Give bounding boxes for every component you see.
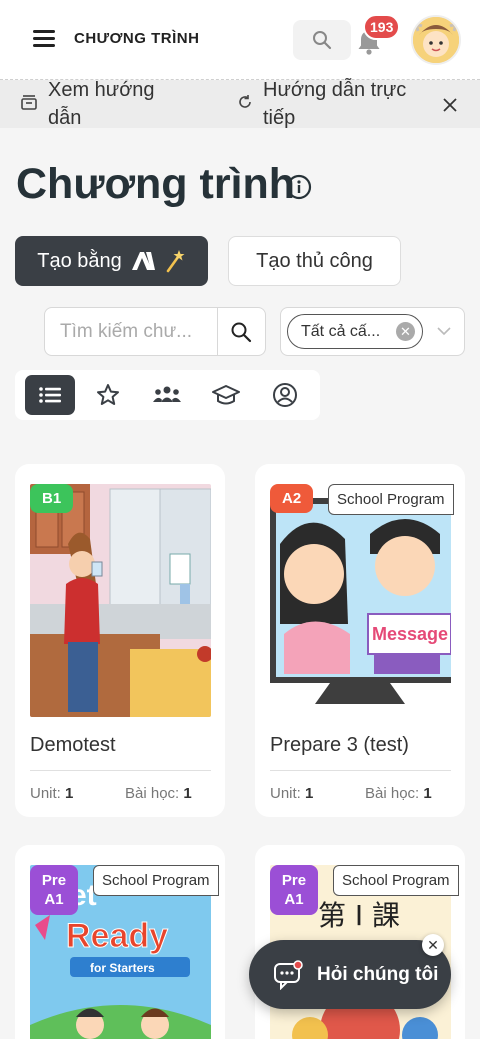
top-bar: CHƯƠNG TRÌNH 193: [0, 0, 480, 80]
program-name: Prepare 3 (test): [270, 734, 409, 756]
tab-mine[interactable]: [260, 375, 310, 415]
ask-us-chat-button[interactable]: Hỏi chúng tôi: [249, 940, 451, 1009]
notification-badge: 193: [363, 14, 401, 40]
program-type-badge: School Program: [328, 484, 454, 515]
view-tabs: [15, 370, 320, 420]
avatar[interactable]: [411, 15, 461, 65]
star-icon: [97, 384, 119, 405]
program-card[interactable]: B1 Demotest Unit: 1 Bài học: 1: [15, 464, 225, 817]
close-icon[interactable]: [441, 96, 459, 114]
view-guide-link[interactable]: Xem hướng dẫn: [20, 76, 210, 132]
level-badge: A2: [270, 484, 314, 513]
svg-text:Message: Message: [372, 624, 448, 644]
program-name: Demotest: [30, 734, 116, 756]
search-divider: [217, 308, 218, 355]
level-badge: Pre A1: [270, 865, 318, 915]
create-ai-label: Tạo bằng: [37, 249, 122, 272]
program-type-badge: School Program: [93, 865, 219, 896]
lesson-count: Bài học: 1: [365, 785, 432, 802]
tab-all[interactable]: [25, 375, 75, 415]
create-manual-button[interactable]: Tạo thủ công: [228, 236, 401, 286]
box-icon: [21, 95, 37, 110]
view-guide-label: Xem hướng dẫn: [48, 79, 155, 129]
unit-count: Unit: 1: [270, 785, 314, 802]
program-card[interactable]: Message A2 School Program Prepare 3 (tes…: [255, 464, 465, 817]
chat-bubble-icon: [274, 959, 303, 990]
info-icon[interactable]: [286, 174, 312, 200]
user-circle-icon: [273, 383, 297, 407]
search-input[interactable]: Tìm kiếm chư...: [60, 321, 220, 343]
filter-tag-label: Tất cả cấ...: [301, 322, 381, 340]
level-badge: Pre A1: [30, 865, 78, 915]
card-divider: [30, 770, 211, 771]
cover-title: 第 I 課: [318, 899, 400, 932]
search-icon: [313, 31, 332, 50]
graduation-cap-icon: [212, 385, 240, 405]
chat-close-icon[interactable]: ✕: [422, 934, 444, 956]
app-title: CHƯƠNG TRÌNH: [74, 30, 200, 47]
tab-groups[interactable]: [142, 375, 192, 415]
cover-title: Ready: [66, 917, 168, 955]
card-divider: [270, 770, 451, 771]
group-icon: [153, 386, 181, 402]
cover-subtitle: for Starters: [90, 961, 155, 975]
tab-courses[interactable]: [201, 375, 251, 415]
program-card[interactable]: et Ready for Starters Pre A1 School Progr…: [15, 845, 225, 1039]
unit-count: Unit: 1: [30, 785, 74, 802]
search-icon[interactable]: [230, 321, 252, 343]
lesson-count: Bài học: 1: [125, 785, 192, 802]
magic-wand-icon: [166, 250, 185, 273]
program-thumbnail: [30, 484, 211, 717]
program-type-badge: School Program: [333, 865, 459, 896]
level-badge: B1: [30, 484, 74, 513]
program-thumbnail: Message: [270, 484, 451, 717]
page-title: Chương trình: [16, 160, 296, 208]
chat-label: Hỏi chúng tôi: [317, 963, 439, 985]
create-with-ai-button[interactable]: Tạo bằng: [15, 236, 208, 286]
level-filter-select[interactable]: Tất cả cấ... ✕: [280, 307, 465, 356]
search-field[interactable]: Tìm kiếm chư...: [44, 307, 266, 356]
ai-logo-icon: [131, 252, 155, 270]
live-guide-link[interactable]: Hướng dẫn trực tiếp: [237, 76, 427, 132]
tab-favorites[interactable]: [83, 375, 133, 415]
refresh-icon: [239, 95, 251, 108]
search-button[interactable]: [293, 20, 351, 60]
clear-filter-icon[interactable]: ✕: [396, 322, 415, 341]
hamburger-icon[interactable]: [33, 30, 55, 48]
list-icon: [39, 387, 61, 403]
chevron-down-icon[interactable]: [436, 323, 452, 339]
live-guide-label: Hướng dẫn trực tiếp: [263, 79, 407, 129]
